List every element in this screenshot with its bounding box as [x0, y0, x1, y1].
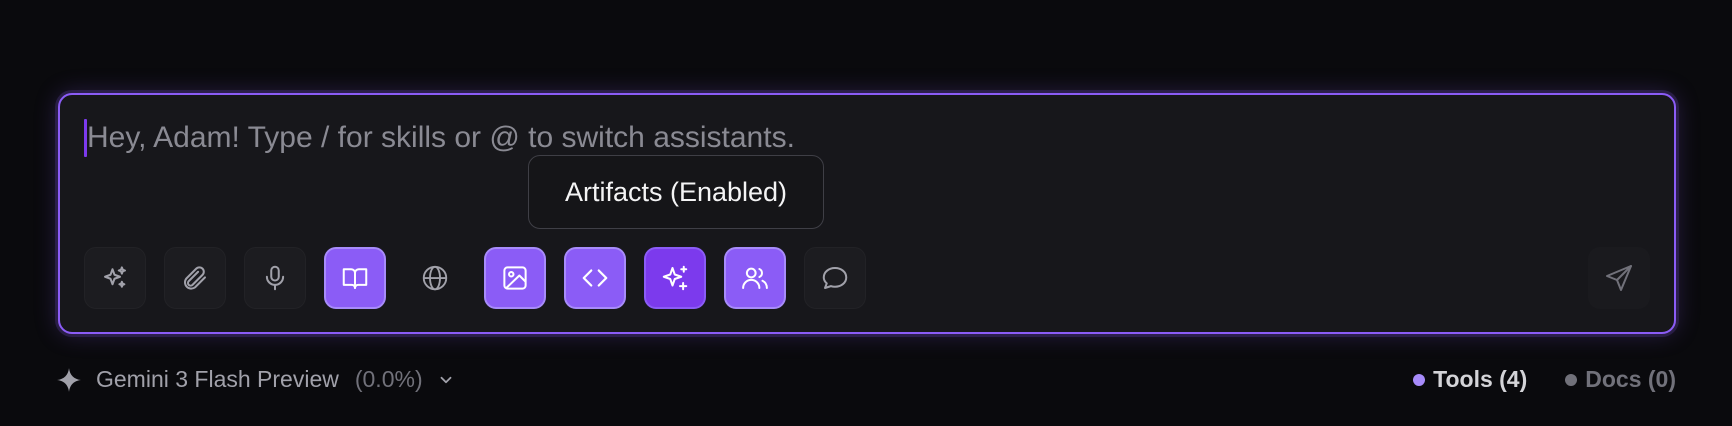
model-selector[interactable]: Gemini 3 Flash Preview (0.0%) — [56, 366, 455, 393]
tools-dot — [1413, 373, 1426, 386]
tools-indicator[interactable]: Tools (4) — [1413, 366, 1527, 393]
four-point-star-icon — [57, 367, 81, 392]
knowledge-button[interactable] — [324, 247, 386, 309]
composer-toolbar — [84, 247, 866, 309]
users-icon — [742, 267, 768, 289]
microphone-icon — [265, 265, 285, 291]
send-button[interactable] — [1588, 247, 1650, 309]
code-icon — [582, 269, 608, 287]
docs-indicator[interactable]: Docs (0) — [1565, 366, 1676, 393]
skills-button[interactable] — [84, 247, 146, 309]
chat-button[interactable] — [804, 247, 866, 309]
model-usage: (0.0%) — [354, 366, 423, 392]
artifacts-button[interactable] — [564, 247, 626, 309]
docs-label: Docs (0) — [1585, 366, 1676, 392]
sparkles-icon — [104, 266, 126, 288]
image-generation-button[interactable] — [484, 247, 546, 309]
book-icon — [342, 268, 368, 289]
paperclip-icon — [184, 266, 206, 290]
docs-dot — [1565, 373, 1578, 386]
composer-footer: Gemini 3 Flash Preview (0.0%) Tools (4) … — [56, 366, 1676, 393]
tools-label: Tools (4) — [1433, 366, 1528, 392]
attach-button[interactable] — [164, 247, 226, 309]
prompt-row — [84, 119, 1650, 157]
message-input[interactable] — [87, 121, 1287, 155]
web-search-button[interactable] — [404, 247, 466, 309]
chat-bubble-icon — [822, 267, 848, 289]
assistants-button[interactable] — [724, 247, 786, 309]
image-icon — [503, 266, 527, 290]
chevron-down-icon — [440, 376, 452, 383]
chat-composer: Artifacts (Enabled) — [58, 93, 1676, 334]
model-name: Gemini 3 Flash Preview — [96, 366, 339, 392]
send-icon — [1606, 265, 1632, 291]
context-status: Tools (4) Docs (0) — [1413, 366, 1676, 393]
sparkle-plus-icon — [662, 265, 688, 291]
magic-button[interactable] — [644, 247, 706, 309]
voice-button[interactable] — [244, 247, 306, 309]
artifacts-tooltip: Artifacts (Enabled) — [528, 155, 824, 229]
globe-icon — [422, 265, 448, 291]
